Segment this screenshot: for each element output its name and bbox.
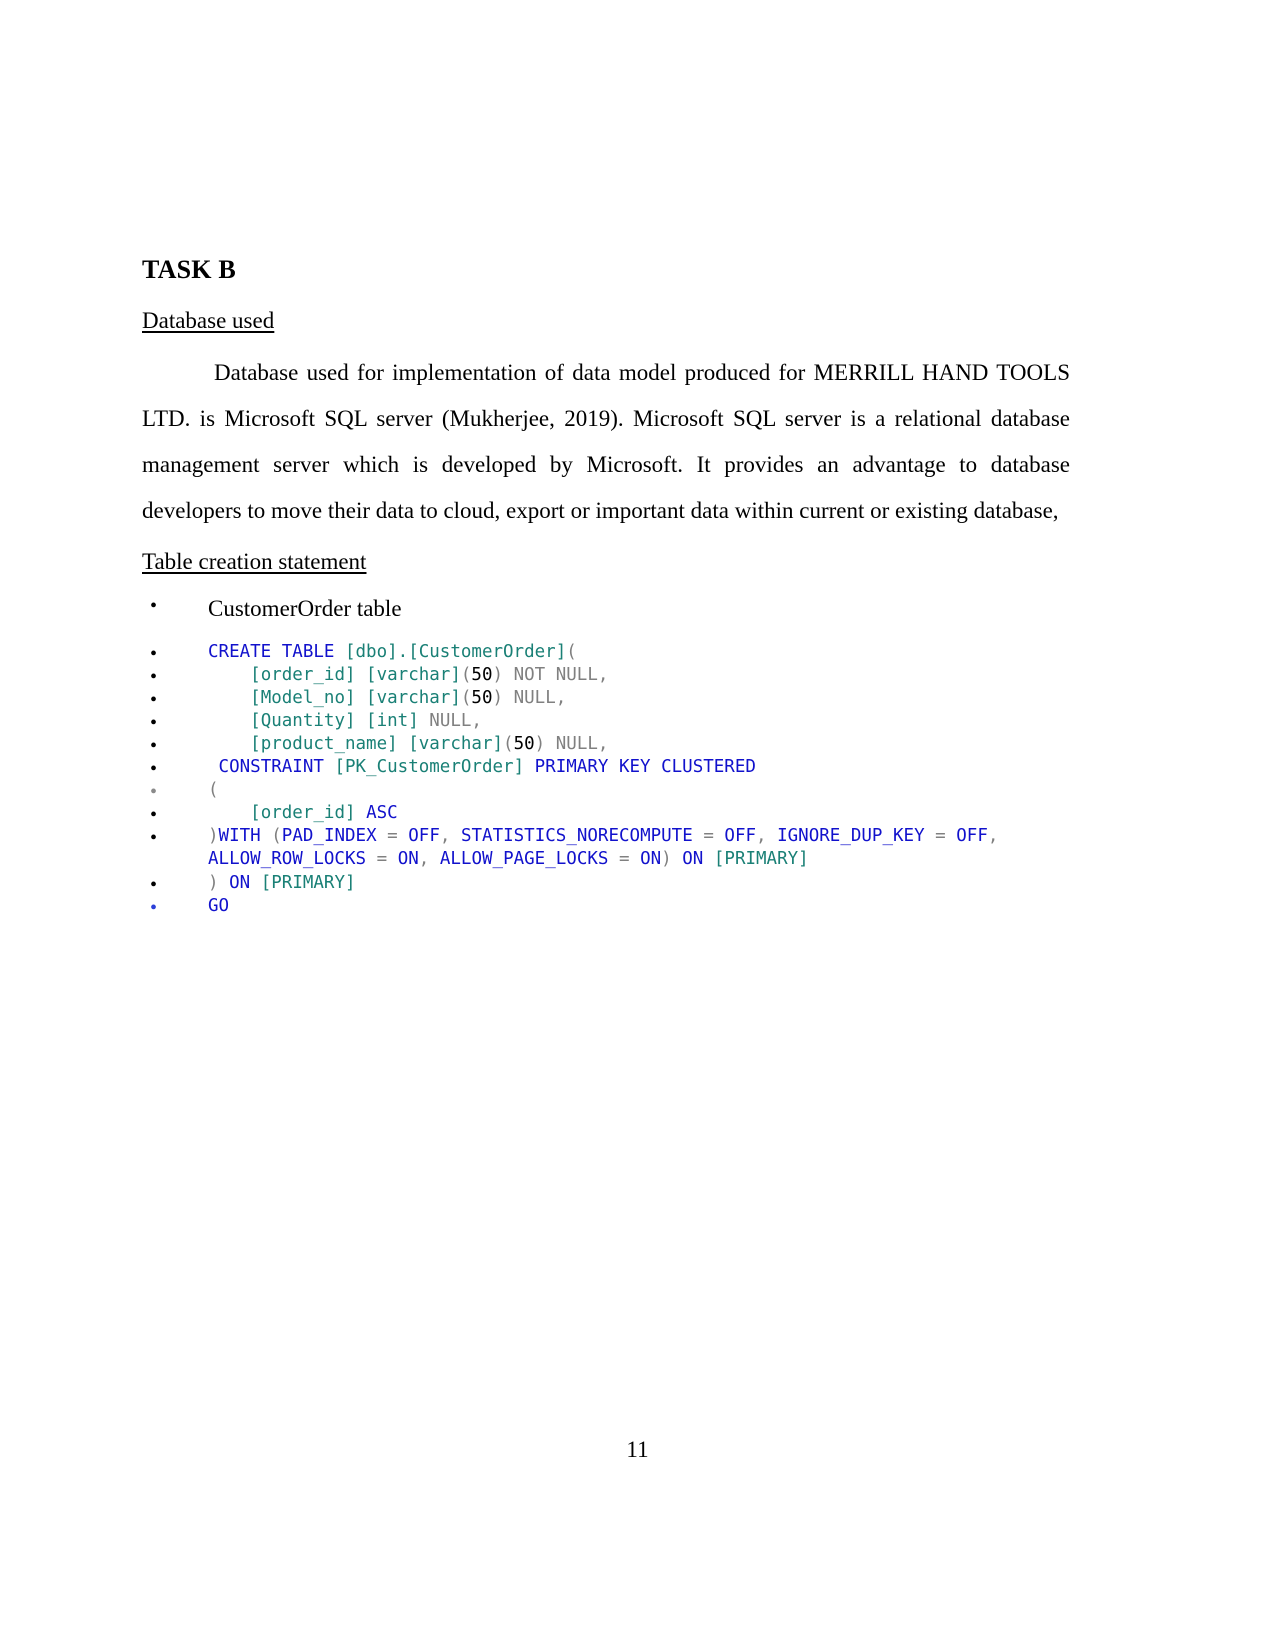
code-token-punctuation: ) <box>208 872 219 893</box>
code-token-punctuation: ) <box>492 687 504 708</box>
code-token-punctuation: = <box>387 826 398 847</box>
code-token-punctuation: ) <box>492 664 504 685</box>
code-token-identifier: [order_id] [varchar] <box>250 664 461 685</box>
code-token-number: 50 <box>471 664 493 685</box>
code-token-keyword: OFF <box>724 826 757 847</box>
code-token-null: NOT NULL, <box>513 664 609 685</box>
code-token-null: NULL, <box>513 687 567 708</box>
code-token-keyword: OFF <box>408 826 440 847</box>
code-token-punctuation: ( <box>566 641 577 662</box>
code-token-punctuation: = <box>935 826 946 847</box>
code-token-keyword: ALLOW_ROW_LOCKS <box>208 849 367 870</box>
code-token-keyword: ON <box>229 872 251 893</box>
section-heading-table-creation: Table creation statement <box>142 548 1070 576</box>
paragraph-database-used: Database used for implementation of data… <box>142 360 1070 524</box>
code-token-identifier: [PRIMARY] <box>260 872 356 893</box>
code-token-keyword: ON <box>682 849 704 870</box>
code-token-keyword: CONSTRAINT <box>218 757 324 778</box>
code-token-keyword: ON <box>640 849 662 870</box>
table-list: CustomerOrder table <box>142 591 1070 637</box>
section-heading-database-used: Database used <box>142 307 1070 335</box>
code-line: [order_id] ASC <box>142 802 1070 828</box>
list-item-label: CustomerOrder table <box>208 596 402 622</box>
code-line: [order_id] [varchar](50) NOT NULL, <box>142 664 1070 690</box>
code-token-identifier: [dbo].[CustomerOrder] <box>344 641 567 662</box>
code-token-punctuation: , <box>418 849 430 870</box>
code-token-number: 50 <box>513 733 535 754</box>
code-token-identifier: [product_name] [varchar] <box>250 733 504 754</box>
code-token-punctuation: ) <box>208 826 219 847</box>
code-token-number: 50 <box>471 687 493 708</box>
code-token-punctuation: ( <box>271 826 282 847</box>
code-token-keyword: CREATE TABLE <box>208 641 335 662</box>
code-line: CONSTRAINT [PK_CustomerOrder] PRIMARY KE… <box>142 756 1070 782</box>
code-token-keyword: WITH <box>218 826 261 847</box>
code-token-keyword: STATISTICS_NORECOMPUTE <box>460 826 693 847</box>
code-token-punctuation: , <box>756 826 767 847</box>
code-line: CREATE TABLE [dbo].[CustomerOrder]( <box>142 641 1070 667</box>
list-item: CustomerOrder table <box>142 591 1070 637</box>
code-token-punctuation: ( <box>208 780 219 801</box>
code-token-punctuation: ) <box>661 849 672 870</box>
code-token-punctuation: , <box>987 826 999 847</box>
code-line: [product_name] [varchar](50) NULL, <box>142 733 1070 759</box>
code-token-punctuation: = <box>703 826 714 847</box>
code-token-keyword: OFF <box>956 826 988 847</box>
code-line: )WITH (PAD_INDEX = OFF, STATISTICS_NOREC… <box>142 825 1070 871</box>
code-token-punctuation: = <box>376 849 388 870</box>
code-token-keyword: ASC <box>366 803 398 824</box>
code-token-keyword: ALLOW_PAGE_LOCKS <box>439 849 609 870</box>
code-line: GO <box>142 895 1070 921</box>
code-token-punctuation: , <box>439 826 451 847</box>
page-number: 11 <box>626 1437 649 1462</box>
document-page: TASK B Database used Database used for i… <box>0 0 1275 1651</box>
code-token-punctuation: = <box>618 849 630 870</box>
code-token-punctuation: ) <box>534 733 546 754</box>
code-token-identifier: [Quantity] [int] <box>250 710 419 731</box>
code-token-keyword: IGNORE_DUP_KEY <box>777 826 925 847</box>
code-token-keyword: PRIMARY KEY CLUSTERED <box>534 757 756 778</box>
code-line: ( <box>142 779 1070 805</box>
code-token-punctuation: ( <box>460 687 472 708</box>
page-title: TASK B <box>142 255 236 284</box>
code-line: [Quantity] [int] NULL, <box>142 710 1070 736</box>
sql-code-block: CREATE TABLE [dbo].[CustomerOrder]( [ord… <box>142 641 1070 922</box>
code-token-identifier: [PRIMARY] <box>713 849 809 870</box>
code-token-keyword: PAD_INDEX <box>281 826 377 847</box>
code-token-identifier: [PK_CustomerOrder] <box>334 757 525 778</box>
page-content: TASK B Database used Database used for i… <box>142 255 1070 922</box>
code-line: ) ON [PRIMARY] <box>142 872 1070 898</box>
code-token-null: NULL, <box>429 710 482 731</box>
section-heading-database-used-label: Database used <box>142 307 275 333</box>
code-token-identifier: [Model_no] [varchar] <box>250 687 461 708</box>
section-heading-table-creation-label: Table creation statement <box>142 549 367 575</box>
code-token-punctuation: ( <box>460 664 472 685</box>
code-line: [Model_no] [varchar](50) NULL, <box>142 687 1070 713</box>
code-token-keyword: ON <box>397 849 419 870</box>
code-token-null: NULL, <box>555 733 609 754</box>
code-token-identifier: [order_id] <box>250 803 356 824</box>
code-token-keyword: GO <box>208 895 230 916</box>
code-token-punctuation: ( <box>503 733 514 754</box>
